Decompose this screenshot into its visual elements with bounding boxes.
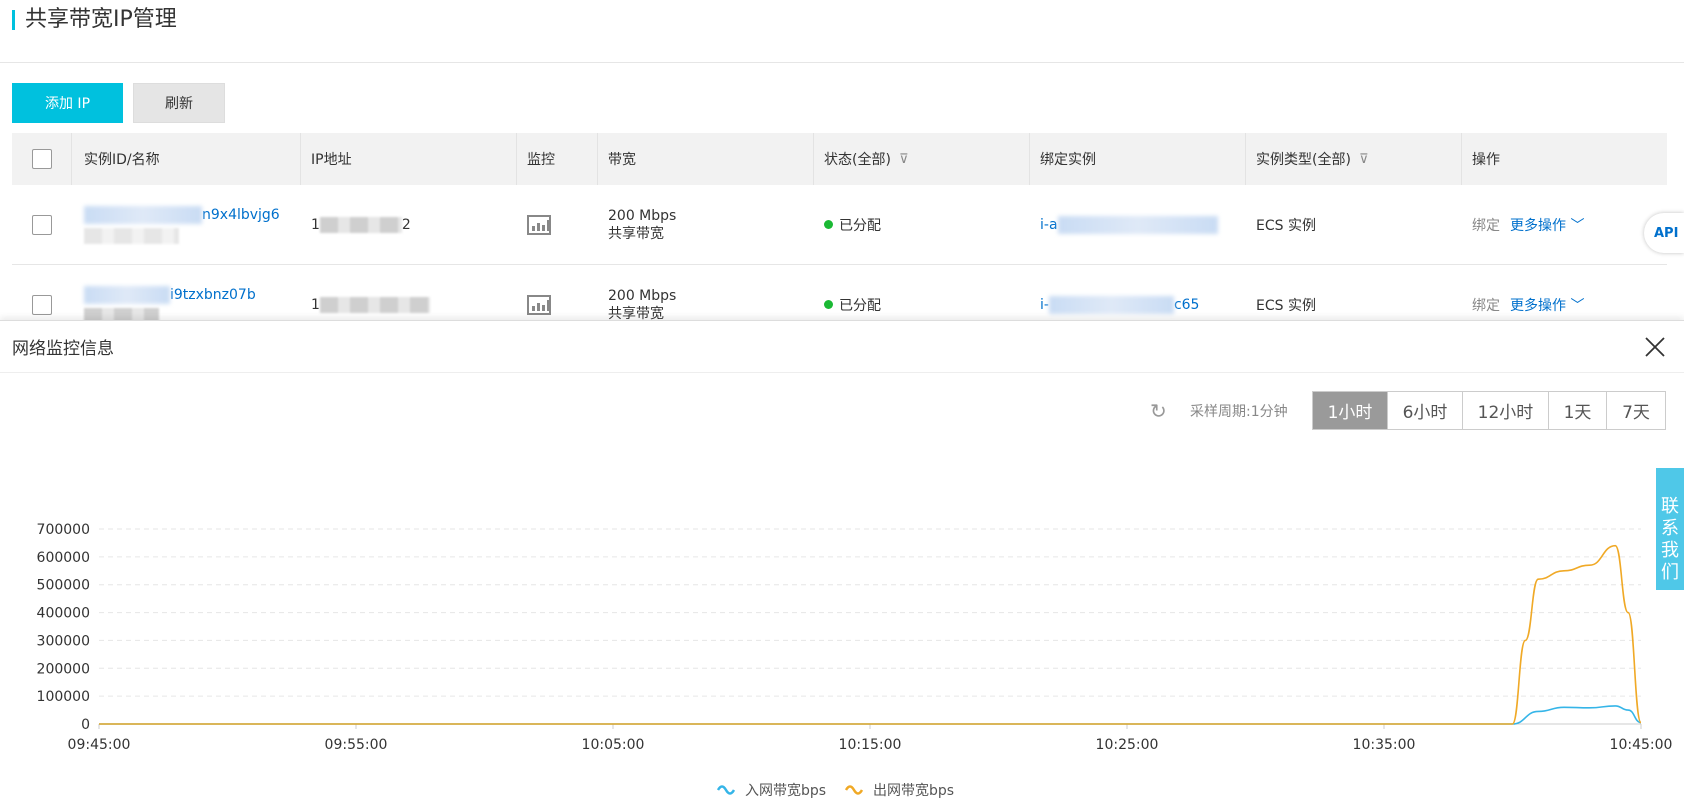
bound-instance-link[interactable]: i-c65 — [1040, 295, 1200, 314]
more-actions-link[interactable]: 更多操作 ﹀ — [1510, 215, 1584, 235]
instance-type: ECS 实例 — [1256, 217, 1316, 234]
chevron-down-icon: ﹀ — [1570, 217, 1585, 234]
col-header-ip: IP地址 — [301, 133, 517, 185]
ip-table: 实例ID/名称 IP地址 监控 带宽 状态(全部) ⊽ 绑定实例 实例类型(全部… — [12, 133, 1667, 345]
panel-header: 网络监控信息 — [0, 321, 1684, 373]
y-tick-label: 0 — [81, 717, 90, 733]
more-actions-link[interactable]: 更多操作 ﹀ — [1510, 295, 1584, 315]
col-header-id: 实例ID/名称 — [84, 133, 301, 185]
filter-icon[interactable]: ⊽ — [1359, 152, 1369, 167]
y-tick-label: 300000 — [37, 633, 90, 649]
more-actions-label: 更多操作 — [1510, 217, 1566, 234]
legend-label: 出网带宽bps — [873, 782, 954, 799]
bound-instance-link[interactable]: i-a — [1040, 215, 1218, 234]
instance-prefix: i- — [1040, 296, 1049, 313]
range-6h[interactable]: 6小时 — [1388, 392, 1463, 429]
monitor-chart-icon[interactable] — [527, 214, 551, 235]
redacted-instance — [1048, 295, 1174, 314]
bandwidth-chart: 0 100000 200000 300000 400000 500000 600000 700… — [37, 522, 1673, 799]
range-1h[interactable]: 1小时 — [1313, 392, 1388, 429]
instance-suffix: c65 — [1173, 296, 1200, 313]
status-dot — [824, 220, 833, 229]
x-tick-label: 10:15:00 — [839, 737, 902, 753]
ip-suffix: 2 — [401, 216, 411, 233]
ip-prefix: 1 — [311, 296, 320, 313]
range-12h[interactable]: 12小时 — [1463, 392, 1549, 429]
bind-link[interactable]: 绑定 — [1472, 215, 1500, 235]
redacted-id — [84, 285, 170, 304]
instance-prefix: i-a — [1040, 216, 1058, 233]
ip-prefix: 1 — [311, 216, 320, 233]
y-tick-label: 500000 — [37, 578, 90, 594]
col-header-status-label: 状态(全部) — [824, 152, 891, 168]
sampling-period: 采样周期:1分钟 — [1190, 404, 1288, 420]
redacted-id — [84, 205, 202, 224]
panel-title: 网络监控信息 — [12, 339, 114, 359]
col-header-instance-type-label: 实例类型(全部) — [1256, 152, 1351, 168]
series-line-out — [99, 544, 1642, 725]
col-header-instance-type[interactable]: 实例类型(全部) ⊽ — [1246, 133, 1462, 185]
series-line-in — [99, 705, 1642, 725]
y-tick-label: 700000 — [37, 522, 90, 538]
api-badge[interactable]: API — [1644, 213, 1684, 253]
y-tick-label: 600000 — [37, 550, 90, 566]
x-tick-label: 09:55:00 — [325, 737, 388, 753]
title-accent-bar — [12, 10, 15, 30]
add-ip-button[interactable]: 添加 IP — [12, 83, 123, 123]
legend-swatch — [844, 785, 864, 795]
x-tick-label: 10:05:00 — [582, 737, 645, 753]
instance-id-link[interactable]: n9x4lbvjg6 — [202, 207, 280, 223]
col-header-monitor: 监控 — [517, 133, 598, 185]
monitor-chart-icon[interactable] — [527, 294, 551, 315]
refresh-icon[interactable]: ↻ — [1150, 399, 1167, 423]
page-header: 共享带宽IP管理 — [0, 0, 1684, 63]
ip-address: 1 — [311, 296, 430, 313]
select-all-checkbox[interactable] — [32, 149, 52, 169]
legend-label: 入网带宽bps — [745, 782, 826, 799]
table-row: n9x4lbvjg6 12 200 Mbps 共享带宽 已分配 i-a ECS … — [12, 185, 1667, 265]
status-text: 已分配 — [839, 297, 881, 314]
range-1d[interactable]: 1天 — [1549, 392, 1607, 429]
chevron-down-icon: ﹀ — [1570, 297, 1585, 314]
x-tick-label: 09:45:00 — [68, 737, 131, 753]
range-7d[interactable]: 7天 — [1607, 392, 1665, 429]
instance-id-link[interactable]: i9tzxbnz07b — [170, 287, 256, 303]
page-title: 共享带宽IP管理 — [25, 7, 177, 32]
col-header-actions: 操作 — [1472, 152, 1500, 168]
x-tick-label: 10:25:00 — [1096, 737, 1159, 753]
legend-swatch — [716, 785, 736, 795]
time-range-group: 1小时 6小时 12小时 1天 7天 — [1312, 391, 1666, 430]
refresh-button[interactable]: 刷新 — [133, 83, 225, 123]
bandwidth-type: 共享带宽 — [608, 225, 664, 242]
table-header: 实例ID/名称 IP地址 监控 带宽 状态(全部) ⊽ 绑定实例 实例类型(全部… — [12, 133, 1667, 185]
redacted-name — [84, 227, 179, 244]
col-header-status[interactable]: 状态(全部) ⊽ — [814, 133, 1030, 185]
row-checkbox[interactable] — [32, 294, 52, 315]
col-header-bandwidth: 带宽 — [598, 133, 814, 185]
x-tick-label: 10:35:00 — [1353, 737, 1416, 753]
redacted-ip — [319, 296, 430, 313]
status-dot — [824, 300, 833, 309]
x-tick-label: 10:45:00 — [1610, 737, 1673, 753]
y-tick-label: 200000 — [37, 661, 90, 677]
col-header-instance: 绑定实例 — [1030, 133, 1246, 185]
y-tick-label: 100000 — [37, 689, 90, 705]
y-tick-label: 400000 — [37, 606, 90, 622]
page: 共享带宽IP管理 添加 IP 刷新 实例ID/名称 IP地址 监控 带宽 状态(… — [0, 0, 1684, 803]
filter-icon[interactable]: ⊽ — [899, 152, 909, 167]
close-icon[interactable] — [1644, 336, 1666, 358]
bandwidth-value: 200 Mbps — [608, 207, 677, 224]
redacted-instance — [1057, 215, 1218, 234]
row-checkbox[interactable] — [32, 214, 52, 235]
bind-link[interactable]: 绑定 — [1472, 295, 1500, 315]
status-text: 已分配 — [839, 217, 881, 234]
bandwidth-value: 200 Mbps — [608, 287, 677, 304]
more-actions-label: 更多操作 — [1510, 297, 1566, 314]
redacted-ip — [319, 216, 402, 233]
ip-address: 12 — [311, 216, 411, 233]
